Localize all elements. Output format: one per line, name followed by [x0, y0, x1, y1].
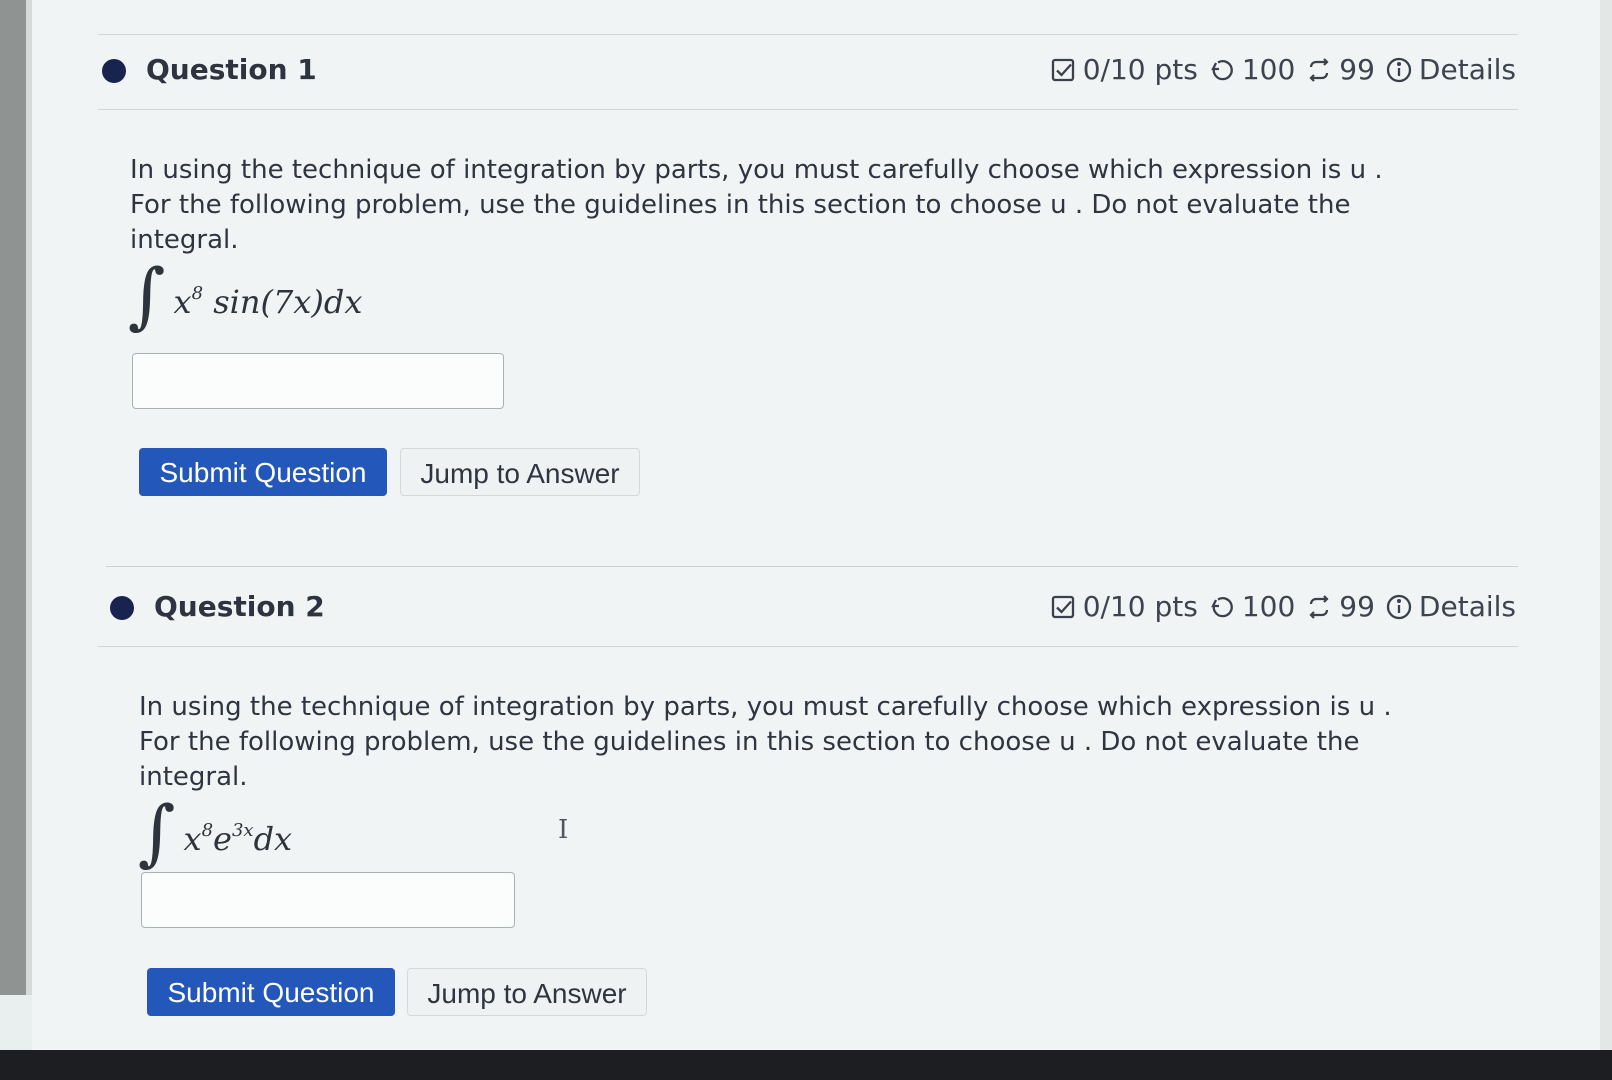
- answer-input[interactable]: [132, 353, 504, 409]
- integrand-base-2: e: [213, 820, 232, 858]
- points-value: 0/10 pts: [1082, 590, 1198, 623]
- integrand-rest: sin(7x)dx: [203, 283, 363, 321]
- question-meta: 0/10 pts 100 99 Details: [1049, 590, 1516, 623]
- repeat-icon: [1305, 593, 1333, 621]
- right-edge: [1600, 0, 1612, 1050]
- text-cursor: I: [558, 815, 569, 845]
- question-header: Question 1 0/10 pts 100 99 Details: [98, 35, 1518, 110]
- points-meta: 0/10 pts: [1049, 590, 1198, 623]
- info-icon: [1385, 56, 1413, 84]
- question-title: Question 2: [154, 590, 325, 623]
- jump-to-answer-button[interactable]: Jump to Answer: [400, 448, 640, 496]
- question-prompt: In using the technique of integration by…: [130, 155, 1383, 255]
- jump-to-answer-button[interactable]: Jump to Answer: [407, 968, 647, 1016]
- attempts-value: 100: [1241, 53, 1296, 86]
- retries-meta: 99: [1305, 590, 1375, 623]
- question-1: Question 1 0/10 pts 100 99 Details In us…: [98, 35, 1518, 535]
- attempts-meta: 100: [1208, 53, 1295, 86]
- attempts-value: 100: [1241, 590, 1296, 623]
- browser-left-rail: [0, 0, 26, 995]
- attempts-meta: 100: [1208, 590, 1295, 623]
- question-status-dot: [102, 59, 126, 83]
- integrand-exponent-2: 3x: [231, 820, 254, 841]
- details-button[interactable]: Details: [1385, 590, 1516, 623]
- integrand-rest: dx: [253, 820, 293, 858]
- info-icon: [1385, 593, 1413, 621]
- integrand: x8 sin(7x)dx: [174, 274, 363, 322]
- retries-value: 99: [1339, 590, 1375, 623]
- submit-question-button[interactable]: Submit Question: [147, 968, 395, 1016]
- checkbox-icon: [1049, 56, 1077, 84]
- details-button[interactable]: Details: [1385, 53, 1516, 86]
- question-header: Question 2 0/10 pts 100 99 Details: [98, 572, 1518, 647]
- answer-input[interactable]: [141, 872, 515, 928]
- integrand-base: x: [173, 283, 192, 321]
- question-title: Question 1: [146, 53, 317, 86]
- question-prompt: In using the technique of integration by…: [139, 692, 1392, 792]
- retries-value: 99: [1339, 53, 1375, 86]
- undo-icon: [1208, 56, 1236, 84]
- integral-sign: ∫: [138, 790, 176, 874]
- integrand-exponent: 8: [201, 820, 214, 841]
- checkbox-icon: [1049, 593, 1077, 621]
- retries-meta: 99: [1305, 53, 1375, 86]
- points-value: 0/10 pts: [1082, 53, 1198, 86]
- integral-expression: ∫ x8e3xdx: [138, 788, 292, 882]
- undo-icon: [1208, 593, 1236, 621]
- submit-question-button[interactable]: Submit Question: [139, 448, 387, 496]
- integrand-base: x: [183, 820, 202, 858]
- question-divider: [106, 566, 1518, 567]
- integral-sign: ∫: [128, 253, 166, 337]
- integrand: x8e3xdx: [184, 811, 293, 859]
- question-meta: 0/10 pts 100 99 Details: [1049, 53, 1516, 86]
- details-label[interactable]: Details: [1419, 53, 1516, 86]
- points-meta: 0/10 pts: [1049, 53, 1198, 86]
- details-label[interactable]: Details: [1419, 590, 1516, 623]
- integrand-exponent: 8: [191, 283, 204, 304]
- integral-expression: ∫ x8 sin(7x)dx: [128, 251, 362, 345]
- question-2: Question 2 0/10 pts 100 99 Details In us…: [98, 572, 1518, 1072]
- repeat-icon: [1305, 56, 1333, 84]
- question-status-dot: [110, 596, 134, 620]
